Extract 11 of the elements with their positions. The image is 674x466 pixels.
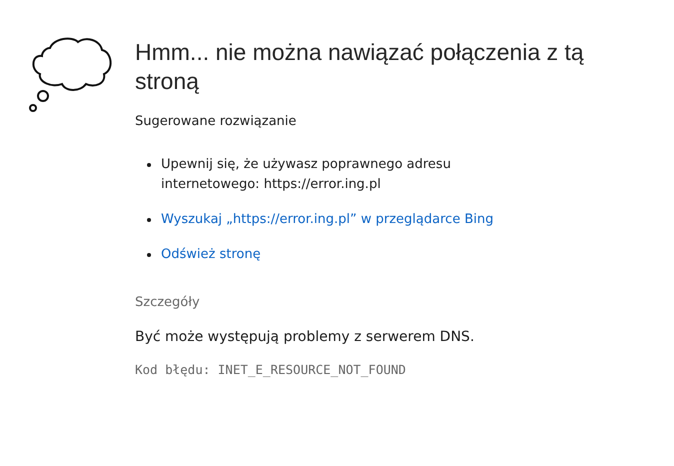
suggestion-text: Upewnij się, że używasz poprawnego adresu internetowego: https://error.ing.pl [161, 156, 452, 194]
error-code: Kod błędu: INET_E_RESOURCE_NOT_FOUND [135, 362, 407, 377]
suggestions-heading: Sugerowane rozwiązanie [135, 114, 298, 129]
details-text: Być może występują problemy z serwerem DNS. [135, 329, 476, 345]
bullet-dot [147, 218, 151, 222]
error-title: Hmm... nie można nawiązać połączenia z tą stroną [135, 38, 585, 96]
details-heading: Szczegóły [135, 295, 201, 310]
suggestion-link[interactable]: Wyszukaj „https://error.ing.pl” w przeglądarce Bing [161, 210, 494, 230]
suggestion-link[interactable]: Odśwież stronę [161, 245, 261, 265]
bullet-dot [147, 253, 151, 257]
bullet-dot [147, 163, 151, 167]
